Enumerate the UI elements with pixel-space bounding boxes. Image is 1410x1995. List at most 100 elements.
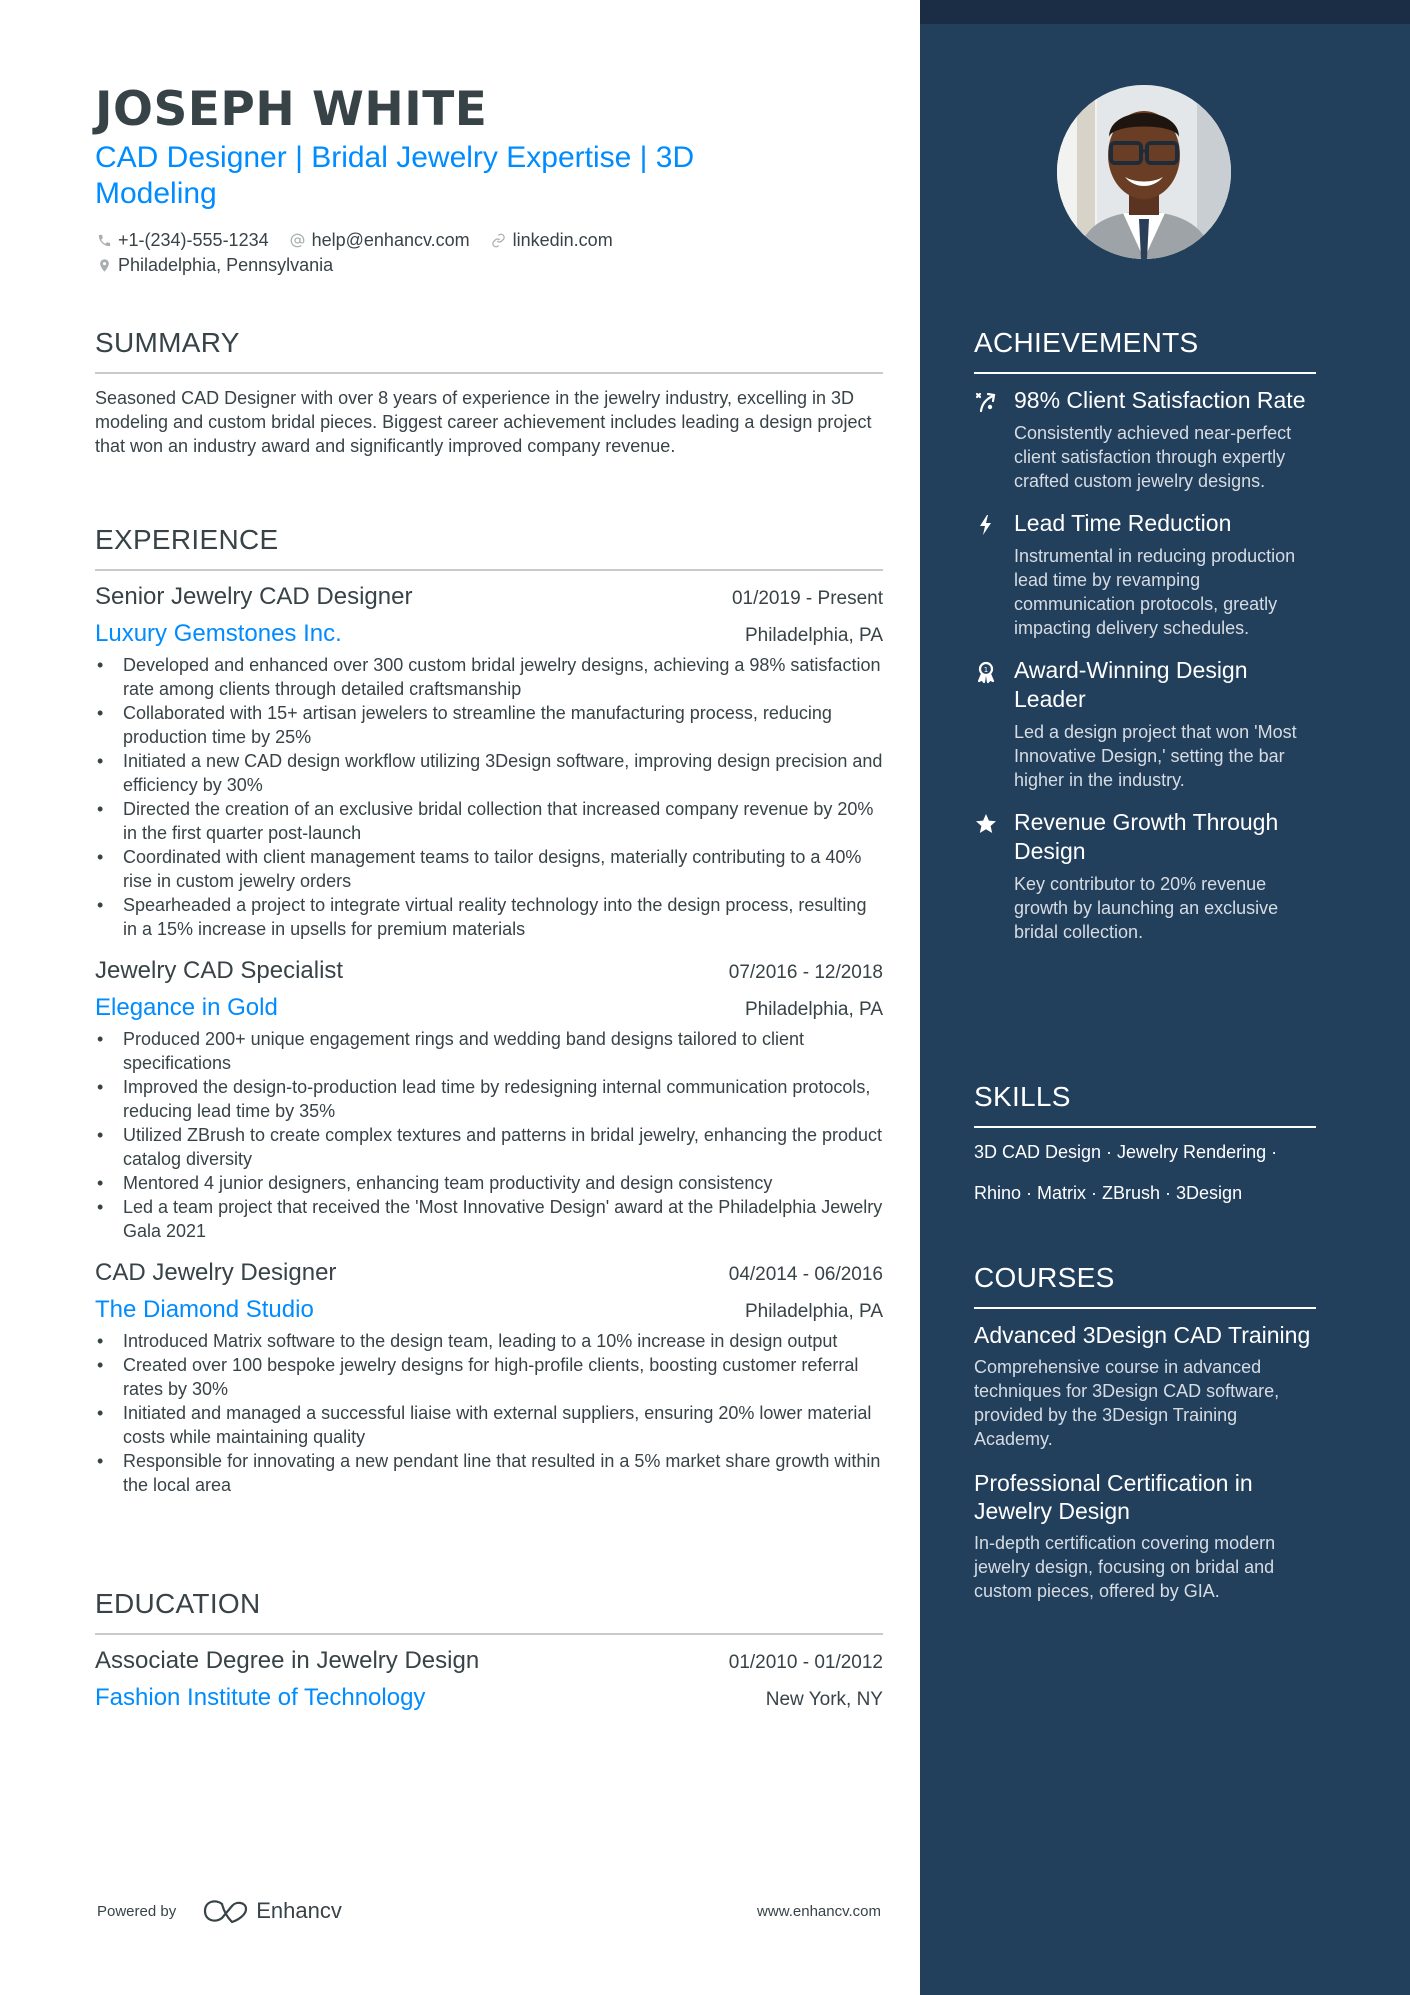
achievement-item: 1 Award-Winning Design Leader Led a desi… xyxy=(974,656,1316,792)
location-text: Philadelphia, Pennsylvania xyxy=(118,255,334,275)
job-company: Elegance in Gold xyxy=(95,994,278,1021)
achievement-desc: Led a design project that won 'Most Inno… xyxy=(1014,722,1297,790)
section-divider xyxy=(974,372,1316,374)
skills-list: 3D CAD Design · Jewelry Rendering · Rhin… xyxy=(974,1132,1316,1214)
job-bullet: Coordinated with client management teams… xyxy=(95,845,883,893)
job-entry: CAD Jewelry Designer 04/2014 - 06/2016 T… xyxy=(95,1257,883,1497)
candidate-name: JOSEPH WHITE xyxy=(95,82,488,137)
course-item: Advanced 3Design CAD Training Comprehens… xyxy=(974,1321,1316,1451)
link-text: linkedin.com xyxy=(512,230,613,250)
award-ribbon-icon: 1 xyxy=(974,656,1014,792)
job-bullets: Introduced Matrix software to the design… xyxy=(95,1329,883,1497)
link-icon xyxy=(490,232,508,250)
contact-info: +1-(234)-555-1234 help@enhancv.com linke… xyxy=(95,228,883,278)
footer-url[interactable]: www.enhancv.com xyxy=(757,1903,881,1920)
achievement-title: Award-Winning Design Leader xyxy=(1014,657,1248,712)
candidate-headline: CAD Designer | Bridal Jewelry Expertise … xyxy=(95,141,695,210)
course-title: Advanced 3Design CAD Training xyxy=(974,1322,1311,1348)
job-location: Philadelphia, PA xyxy=(744,625,883,646)
sidebar: ACHIEVEMENTS 98% Client Satisfaction Rat… xyxy=(920,0,1410,1995)
profile-photo xyxy=(1057,85,1231,259)
courses-title: COURSES xyxy=(974,1262,1115,1293)
job-entry: Jewelry CAD Specialist 07/2016 - 12/2018… xyxy=(95,955,883,1243)
school: Fashion Institute of Technology xyxy=(95,1684,426,1711)
job-bullets: Produced 200+ unique engagement rings an… xyxy=(95,1027,883,1243)
job-bullets: Developed and enhanced over 300 custom b… xyxy=(95,653,883,941)
education-entry: Associate Degree in Jewelry Design 01/20… xyxy=(95,1645,883,1713)
education-dates: 01/2010 - 01/2012 xyxy=(728,1652,883,1673)
job-location: Philadelphia, PA xyxy=(744,1301,883,1322)
summary-text: Seasoned CAD Designer with over 8 years … xyxy=(95,388,872,456)
achievement-item: Lead Time Reduction Instrumental in redu… xyxy=(974,509,1316,640)
sidebar-top-strip xyxy=(920,0,1410,24)
section-divider xyxy=(974,1126,1316,1128)
job-bullet: Introduced Matrix software to the design… xyxy=(95,1329,883,1353)
section-divider xyxy=(974,1307,1316,1309)
job-bullet: Collaborated with 15+ artisan jewelers t… xyxy=(95,701,883,749)
enhancv-logo-icon xyxy=(204,1900,248,1924)
job-title: Senior Jewelry CAD Designer xyxy=(95,583,413,610)
contact-location: Philadelphia, Pennsylvania xyxy=(95,255,333,276)
strategy-icon xyxy=(974,386,1014,493)
job-bullet: Led a team project that received the 'Mo… xyxy=(95,1195,883,1243)
experience-title: EXPERIENCE xyxy=(95,524,279,555)
summary-title: SUMMARY xyxy=(95,327,240,358)
contact-link[interactable]: linkedin.com xyxy=(490,230,613,251)
location-pin-icon xyxy=(95,257,113,275)
achievements-title: ACHIEVEMENTS xyxy=(974,327,1199,358)
job-bullet: Produced 200+ unique engagement rings an… xyxy=(95,1027,883,1075)
achievement-desc: Instrumental in reducing production lead… xyxy=(1014,546,1296,638)
achievement-desc: Key contributor to 20% revenue growth by… xyxy=(1014,874,1279,942)
degree: Associate Degree in Jewelry Design xyxy=(95,1647,480,1674)
job-bullet: Responsible for innovating a new pendant… xyxy=(95,1449,883,1497)
job-bullet: Mentored 4 junior designers, enhancing t… xyxy=(95,1171,883,1195)
profile-photo-illustration xyxy=(1057,85,1231,259)
skills-line: 3D CAD Design · Jewelry Rendering · xyxy=(974,1142,1278,1162)
job-company: The Diamond Studio xyxy=(95,1296,314,1323)
job-dates: 04/2014 - 06/2016 xyxy=(728,1264,883,1285)
job-title: Jewelry CAD Specialist xyxy=(95,957,344,984)
job-bullet: Created over 100 bespoke jewelry designs… xyxy=(95,1353,883,1401)
star-icon xyxy=(974,808,1014,944)
at-icon xyxy=(289,232,307,250)
education-location: New York, NY xyxy=(765,1689,883,1710)
achievement-item: Revenue Growth Through Design Key contri… xyxy=(974,808,1316,944)
course-desc: In-depth certification covering modern j… xyxy=(974,1533,1276,1601)
phone-icon xyxy=(95,232,113,250)
job-entry: Senior Jewelry CAD Designer 01/2019 - Pr… xyxy=(95,581,883,941)
svg-text:1: 1 xyxy=(984,666,988,674)
education-section: EDUCATION Associate Degree in Jewelry De… xyxy=(95,1587,883,1713)
skills-title: SKILLS xyxy=(974,1081,1071,1112)
achievements-section: ACHIEVEMENTS 98% Client Satisfaction Rat… xyxy=(974,326,1316,944)
job-bullet: Directed the creation of an exclusive br… xyxy=(95,797,883,845)
job-company: Luxury Gemstones Inc. xyxy=(95,620,342,647)
powered-by-label: Powered by xyxy=(97,1902,177,1920)
contact-email[interactable]: help@enhancv.com xyxy=(289,230,470,251)
achievement-title: Lead Time Reduction xyxy=(1014,510,1232,536)
resume-header: JOSEPH WHITE CAD Designer | Bridal Jewel… xyxy=(95,82,883,278)
section-divider xyxy=(95,569,883,571)
achievement-title: Revenue Growth Through Design xyxy=(1014,809,1279,864)
contact-phone[interactable]: +1-(234)-555-1234 xyxy=(95,230,269,251)
job-bullet: Initiated a new CAD design workflow util… xyxy=(95,749,883,797)
job-bullet: Developed and enhanced over 300 custom b… xyxy=(95,653,883,701)
achievement-item: 98% Client Satisfaction Rate Consistentl… xyxy=(974,386,1316,493)
course-item: Professional Certification in Jewelry De… xyxy=(974,1469,1316,1603)
education-title: EDUCATION xyxy=(95,1588,261,1619)
experience-section: EXPERIENCE Senior Jewelry CAD Designer 0… xyxy=(95,523,883,1497)
job-dates: 01/2019 - Present xyxy=(731,588,883,609)
brand-logo[interactable]: Enhancv xyxy=(202,1898,342,1924)
job-dates: 07/2016 - 12/2018 xyxy=(728,962,883,983)
summary-section: SUMMARY Seasoned CAD Designer with over … xyxy=(95,326,883,458)
job-location: Philadelphia, PA xyxy=(744,999,883,1020)
achievement-desc: Consistently achieved near-perfect clien… xyxy=(1014,423,1292,491)
course-desc: Comprehensive course in advanced techniq… xyxy=(974,1357,1280,1449)
course-title: Professional Certification in Jewelry De… xyxy=(974,1470,1253,1524)
phone-text: +1-(234)-555-1234 xyxy=(118,230,269,250)
job-bullet: Utilized ZBrush to create complex textur… xyxy=(95,1123,883,1171)
skills-line: Rhino · Matrix · ZBrush · 3Design xyxy=(974,1183,1243,1203)
footer: Powered by Enhancv www.enhancv.com xyxy=(97,1896,881,1926)
job-title: CAD Jewelry Designer xyxy=(95,1259,337,1286)
section-divider xyxy=(95,372,883,374)
achievement-title: 98% Client Satisfaction Rate xyxy=(1014,387,1306,413)
